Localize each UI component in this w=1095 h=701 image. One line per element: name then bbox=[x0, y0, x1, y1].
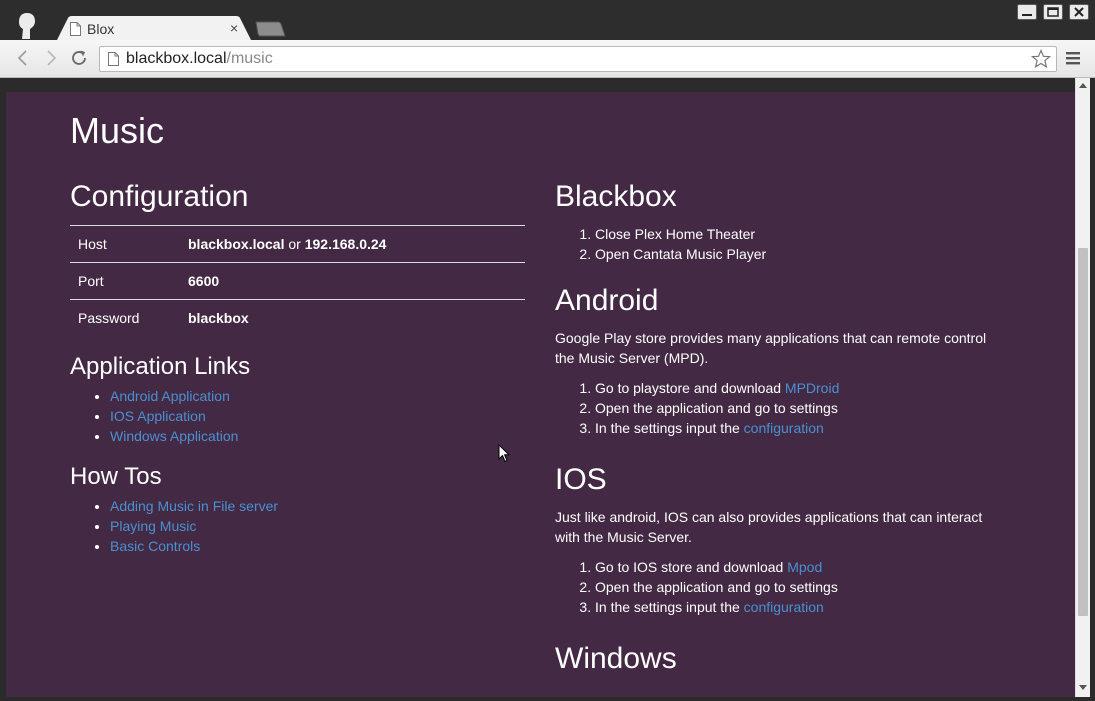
list-item: Open Cantata Music Player bbox=[595, 244, 1010, 264]
table-row: Host blackbox.local or 192.168.0.24 bbox=[70, 225, 525, 263]
list-item: Go to IOS store and download Mpod bbox=[595, 557, 1010, 577]
ios-configuration-link[interactable]: configuration bbox=[744, 599, 824, 615]
configuration-heading: Configuration bbox=[70, 180, 249, 213]
chrome-menu-icon[interactable] bbox=[1064, 50, 1082, 66]
android-description: Google Play store provides many applicat… bbox=[555, 330, 987, 366]
list-item: IOS Application bbox=[110, 406, 525, 426]
list-item: Basic Controls bbox=[110, 536, 525, 556]
blackbox-heading: Blackbox bbox=[555, 180, 677, 213]
page-title: Music bbox=[70, 110, 165, 151]
list-item: In the settings input the configuration bbox=[595, 597, 1010, 617]
config-key: Host bbox=[70, 225, 180, 263]
config-key: Port bbox=[70, 262, 180, 300]
config-value: 6600 bbox=[180, 262, 525, 300]
ios-steps: Go to IOS store and download Mpod Open t… bbox=[555, 557, 1010, 617]
maximize-button[interactable] bbox=[1043, 4, 1063, 20]
close-window-button[interactable] bbox=[1069, 4, 1089, 20]
list-item: Playing Music bbox=[110, 516, 525, 536]
ios-description: Just like android, IOS can also provides… bbox=[555, 509, 983, 545]
ios-heading: IOS bbox=[555, 463, 607, 496]
url-text: blackbox.local/music bbox=[126, 50, 273, 67]
browser-toolbar: blackbox.local/music bbox=[0, 40, 1095, 78]
android-heading: Android bbox=[555, 284, 659, 317]
minimize-button[interactable] bbox=[1017, 4, 1037, 20]
page-icon bbox=[70, 22, 81, 36]
playing-music-link[interactable]: Playing Music bbox=[110, 518, 196, 534]
window-border-bottom bbox=[0, 697, 1095, 701]
blackbox-steps: Close Plex Home Theater Open Cantata Mus… bbox=[555, 224, 1010, 264]
window-border-right bbox=[1090, 78, 1095, 701]
page-viewport[interactable]: Music Configuration Host blackbox.local … bbox=[6, 78, 1075, 697]
table-row: Port 6600 bbox=[70, 262, 525, 300]
basic-controls-link[interactable]: Basic Controls bbox=[110, 538, 200, 554]
list-item: In the settings input the configuration bbox=[595, 418, 1010, 438]
browser-user-icon[interactable] bbox=[16, 12, 38, 40]
android-steps: Go to playstore and download MPDroid Ope… bbox=[555, 378, 1010, 438]
configuration-table: Host blackbox.local or 192.168.0.24 Port… bbox=[70, 225, 525, 337]
tab-blox[interactable]: Blox × bbox=[56, 16, 252, 42]
forward-icon[interactable] bbox=[40, 47, 62, 69]
tab-title: Blox bbox=[87, 21, 115, 37]
back-icon[interactable] bbox=[12, 47, 34, 69]
config-value: blackbox.local or 192.168.0.24 bbox=[180, 225, 525, 263]
windows-heading: Windows bbox=[555, 642, 677, 675]
mouse-cursor-icon bbox=[498, 444, 510, 463]
ios-application-link[interactable]: IOS Application bbox=[110, 408, 206, 424]
config-value: blackbox bbox=[180, 299, 525, 337]
mpdroid-link[interactable]: MPDroid bbox=[785, 380, 839, 396]
table-row: Password blackbox bbox=[70, 299, 525, 337]
adding-music-link[interactable]: Adding Music in File server bbox=[110, 498, 278, 514]
music-page: Music Configuration Host blackbox.local … bbox=[6, 78, 1075, 697]
vertical-scrollbar[interactable] bbox=[1075, 78, 1090, 697]
howtos-list: Adding Music in File server Playing Musi… bbox=[70, 496, 525, 556]
config-key: Password bbox=[70, 299, 180, 337]
scroll-up-arrow-icon[interactable] bbox=[1079, 82, 1087, 88]
reload-icon[interactable] bbox=[68, 47, 90, 69]
browser-titlebar: Blox × bbox=[0, 0, 1095, 42]
scroll-down-arrow-icon[interactable] bbox=[1079, 685, 1087, 691]
new-tab-button[interactable] bbox=[254, 21, 286, 37]
page-icon bbox=[108, 52, 119, 66]
android-application-link[interactable]: Android Application bbox=[110, 388, 230, 404]
left-column: Configuration Host blackbox.local or 192… bbox=[70, 178, 525, 556]
android-configuration-link[interactable]: configuration bbox=[744, 420, 824, 436]
bookmark-star-icon[interactable] bbox=[1031, 49, 1051, 69]
tab-close-icon[interactable]: × bbox=[230, 20, 238, 36]
list-item: Adding Music in File server bbox=[110, 496, 525, 516]
windows-application-link[interactable]: Windows Application bbox=[110, 428, 238, 444]
list-item: Go to playstore and download MPDroid bbox=[595, 378, 1010, 398]
address-bar[interactable]: blackbox.local/music bbox=[99, 46, 1057, 72]
list-item: Close Plex Home Theater bbox=[595, 224, 1010, 244]
list-item: Android Application bbox=[110, 386, 525, 406]
howtos-heading: How Tos bbox=[70, 462, 162, 490]
list-item: Open the application and go to settings bbox=[595, 577, 1010, 597]
application-links-heading: Application Links bbox=[70, 352, 251, 380]
list-item: Open the application and go to settings bbox=[595, 398, 1010, 418]
mpod-link[interactable]: Mpod bbox=[787, 559, 822, 575]
list-item: Windows Application bbox=[110, 426, 525, 446]
application-links-list: Android Application IOS Application Wind… bbox=[70, 386, 525, 446]
scrollbar-thumb[interactable] bbox=[1078, 248, 1088, 616]
right-column: Blackbox Close Plex Home Theater Open Ca… bbox=[555, 178, 1010, 678]
